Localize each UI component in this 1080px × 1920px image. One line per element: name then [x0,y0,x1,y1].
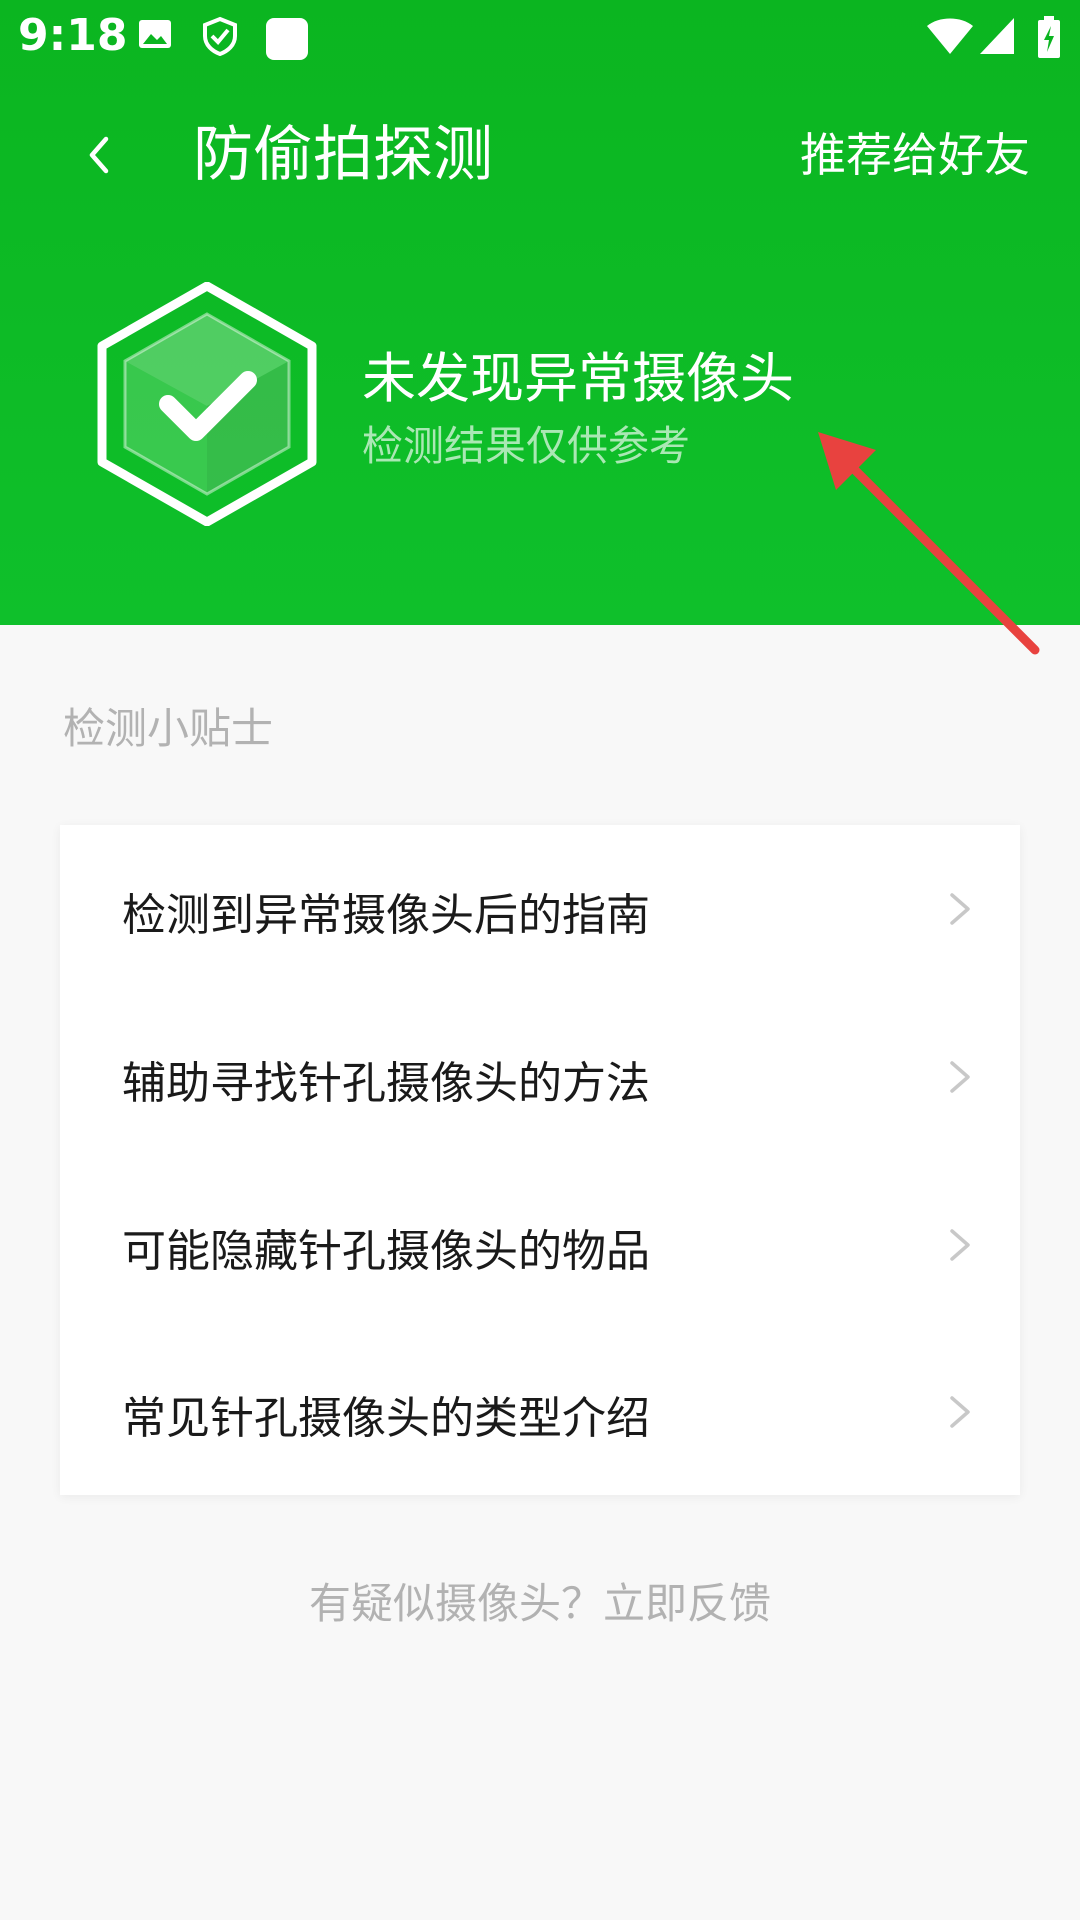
status-time: 9:18 [18,10,128,61]
app-notification-icon [266,18,308,60]
signal-icon [980,18,1014,54]
shield-status-icon [203,16,237,56]
tips-list-item[interactable]: 可能隐藏针孔摄像头的物品 [60,1161,1020,1328]
chevron-right-icon [950,1061,970,1093]
status-bar: 9:18 [0,0,1080,75]
gallery-icon [139,20,171,48]
tips-heading: 检测小贴士 [63,704,274,753]
wifi-icon [927,18,973,54]
result-title: 未发现异常摄像头 [362,347,794,410]
tips-list-item[interactable]: 检测到异常摄像头后的指南 [60,825,1020,992]
back-arrow-icon[interactable] [70,125,130,185]
tips-item-label: 可能隐藏针孔摄像头的物品 [122,1226,650,1277]
chevron-right-icon [950,1396,970,1428]
shield-check-icon [97,282,317,526]
battery-icon [1038,16,1060,58]
tips-item-label: 检测到异常摄像头后的指南 [122,890,650,941]
page-title: 防偷拍探测 [193,120,493,190]
recommend-to-friend-button[interactable]: 推荐给好友 [800,123,1030,187]
tips-item-label: 常见针孔摄像头的类型介绍 [122,1393,650,1444]
tips-card: 检测到异常摄像头后的指南 辅助寻找针孔摄像头的方法 可能隐藏针孔摄像头的物品 常… [60,825,1020,1495]
tips-item-label: 辅助寻找针孔摄像头的方法 [122,1058,650,1109]
feedback-link[interactable]: 有疑似摄像头？立即反馈 [0,1570,1080,1631]
tips-list-item[interactable]: 常见针孔摄像头的类型介绍 [60,1328,1020,1495]
annotation-arrow [818,432,1040,655]
tips-list-item[interactable]: 辅助寻找针孔摄像头的方法 [60,993,1020,1160]
chevron-right-icon [950,893,970,925]
result-subtitle: 检测结果仅供参考 [362,422,690,470]
navigation-bar: 防偷拍探测 推荐给好友 [0,95,1080,215]
chevron-right-icon [950,1229,970,1261]
